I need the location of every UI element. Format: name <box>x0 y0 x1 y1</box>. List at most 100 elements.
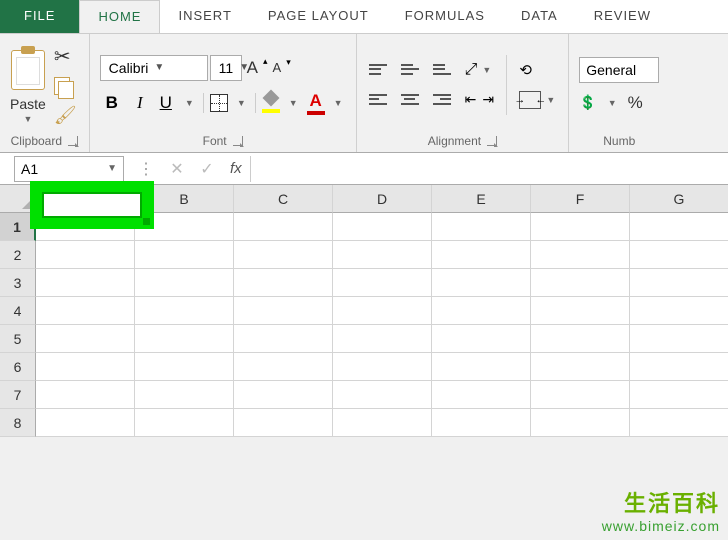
align-top-icon[interactable] <box>367 61 389 79</box>
cell[interactable] <box>234 241 333 269</box>
cell[interactable] <box>135 409 234 437</box>
italic-button[interactable]: I <box>130 93 150 113</box>
align-center-icon[interactable] <box>399 91 421 109</box>
increase-font-icon[interactable]: A <box>244 58 261 78</box>
font-color-icon[interactable]: A <box>310 91 322 111</box>
align-bottom-icon[interactable] <box>431 61 453 79</box>
cell[interactable] <box>531 409 630 437</box>
font-name-select[interactable]: Calibri▼ <box>100 55 208 81</box>
fill-color-dropdown[interactable]: ▼ <box>286 98 301 108</box>
cell[interactable] <box>630 213 728 241</box>
cell[interactable] <box>333 325 432 353</box>
cell[interactable] <box>531 381 630 409</box>
cell[interactable] <box>432 269 531 297</box>
cell[interactable] <box>135 381 234 409</box>
align-right-icon[interactable] <box>431 91 453 109</box>
row-header[interactable]: 7 <box>0 381 36 409</box>
formula-input[interactable] <box>250 156 728 182</box>
tab-data[interactable]: DATA <box>503 0 576 33</box>
cell[interactable] <box>432 381 531 409</box>
row-header[interactable]: 4 <box>0 297 36 325</box>
bold-button[interactable]: B <box>100 93 124 113</box>
merge-center-icon[interactable] <box>519 91 541 109</box>
cell[interactable] <box>333 297 432 325</box>
cell[interactable] <box>531 353 630 381</box>
row-header[interactable]: 5 <box>0 325 36 353</box>
cell[interactable] <box>135 241 234 269</box>
paste-button[interactable]: Paste <box>10 96 46 112</box>
cell[interactable] <box>36 297 135 325</box>
cell[interactable] <box>234 213 333 241</box>
orientation-icon[interactable]: ⤢ <box>465 61 478 79</box>
font-launcher[interactable] <box>233 136 243 146</box>
underline-dropdown[interactable]: ▼ <box>182 98 197 108</box>
cell[interactable] <box>333 381 432 409</box>
cell[interactable] <box>36 409 135 437</box>
decrease-indent-icon[interactable]: ⇤ <box>465 91 477 108</box>
fill-color-icon[interactable] <box>262 92 280 108</box>
cell[interactable] <box>531 297 630 325</box>
column-header[interactable]: C <box>234 185 333 213</box>
clipboard-launcher[interactable] <box>68 136 78 146</box>
name-box-handle[interactable]: ⋮ <box>130 159 162 179</box>
percent-format-icon[interactable]: % <box>628 93 643 113</box>
paste-dropdown[interactable]: ▼ <box>20 114 35 124</box>
cell[interactable] <box>333 353 432 381</box>
number-format-select[interactable]: General <box>579 57 659 83</box>
paste-icon[interactable] <box>11 50 45 90</box>
cancel-button[interactable]: ✕ <box>162 159 192 179</box>
copy-icon[interactable] <box>54 77 72 97</box>
cell[interactable] <box>531 241 630 269</box>
cell[interactable] <box>630 297 728 325</box>
wrap-text-icon[interactable]: ⟲ <box>519 61 558 79</box>
enter-button[interactable]: ✓ <box>192 159 222 179</box>
tab-review[interactable]: REVIEW <box>576 0 669 33</box>
cell[interactable] <box>135 297 234 325</box>
column-header[interactable]: G <box>630 185 728 213</box>
cell[interactable] <box>135 325 234 353</box>
column-header[interactable]: E <box>432 185 531 213</box>
cell[interactable] <box>234 269 333 297</box>
underline-button[interactable]: U <box>156 93 176 113</box>
cell[interactable] <box>36 381 135 409</box>
tab-insert[interactable]: INSERT <box>160 0 249 33</box>
borders-dropdown[interactable]: ▼ <box>234 98 249 108</box>
format-painter-icon[interactable]: 🖌 <box>54 105 77 126</box>
cell[interactable] <box>630 325 728 353</box>
cell[interactable] <box>333 213 432 241</box>
cell[interactable] <box>432 241 531 269</box>
row-header[interactable]: 8 <box>0 409 36 437</box>
name-box[interactable]: A1 ▼ <box>14 156 124 182</box>
decrease-font-icon[interactable]: A <box>270 60 285 75</box>
cell[interactable] <box>432 213 531 241</box>
cell[interactable] <box>333 241 432 269</box>
cell[interactable] <box>432 325 531 353</box>
cell[interactable] <box>531 269 630 297</box>
cell[interactable] <box>36 241 135 269</box>
cell[interactable] <box>36 353 135 381</box>
cell[interactable] <box>234 297 333 325</box>
column-header[interactable]: F <box>531 185 630 213</box>
cell[interactable] <box>36 269 135 297</box>
cell[interactable] <box>432 353 531 381</box>
cell[interactable] <box>531 325 630 353</box>
cell[interactable] <box>531 213 630 241</box>
cell[interactable] <box>36 325 135 353</box>
cell[interactable] <box>234 325 333 353</box>
increase-indent-icon[interactable]: ⇥ <box>482 91 494 108</box>
cell[interactable] <box>630 409 728 437</box>
cell[interactable] <box>432 409 531 437</box>
tab-home[interactable]: HOME <box>79 0 160 33</box>
align-left-icon[interactable] <box>367 91 389 109</box>
cell[interactable] <box>630 381 728 409</box>
row-header[interactable]: 2 <box>0 241 36 269</box>
font-size-select[interactable]: 11▼ <box>210 55 242 81</box>
insert-function-button[interactable]: fx <box>222 160 250 177</box>
cell[interactable] <box>630 241 728 269</box>
cell[interactable] <box>135 269 234 297</box>
cell[interactable] <box>234 409 333 437</box>
tab-file[interactable]: FILE <box>0 0 79 33</box>
cell[interactable] <box>630 353 728 381</box>
borders-button[interactable] <box>210 94 228 112</box>
accounting-format-icon[interactable]: 💲 <box>579 94 596 111</box>
